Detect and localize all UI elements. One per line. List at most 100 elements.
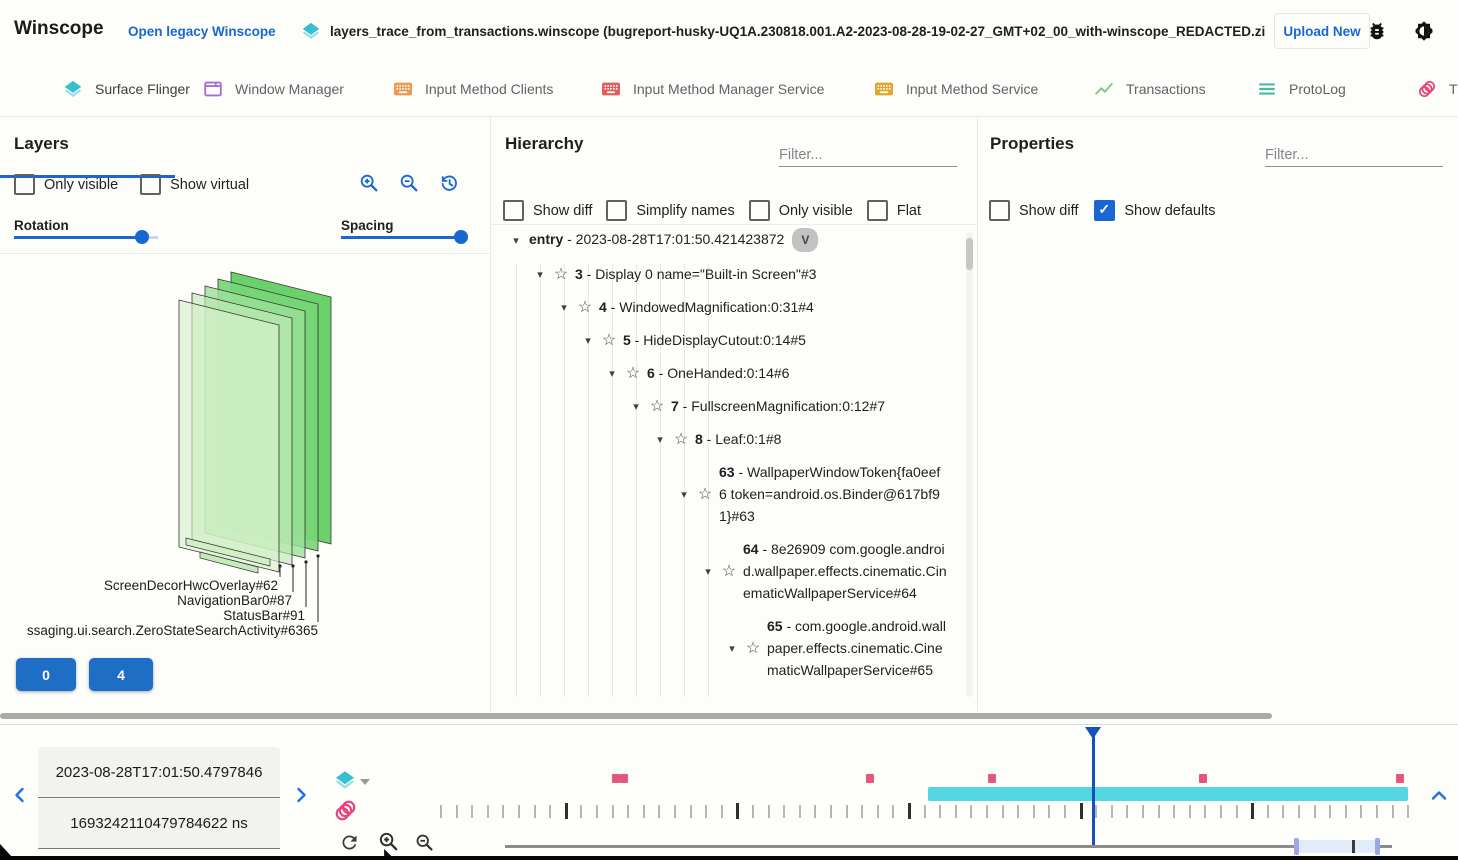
reset-view-icon[interactable] (438, 172, 460, 194)
transition-marker[interactable] (1396, 774, 1404, 783)
transition-marker[interactable] (988, 774, 996, 783)
zoom-range-right-handle[interactable] (1375, 838, 1380, 855)
tree-node-entry[interactable]: ▾entry - 2023-08-28T17:01:50.421423872V (491, 228, 977, 252)
tree-node-3[interactable]: ▾☆3 - Display 0 name="Built-in Screen"#3 (491, 263, 977, 285)
transitions-trace-icon[interactable] (332, 797, 359, 824)
tab-input-method-manager-service[interactable]: Input Method Manager Service (600, 62, 824, 116)
checkbox-unchecked-icon[interactable] (14, 174, 35, 195)
tab-window-manager[interactable]: Window Manager (202, 62, 344, 116)
ns-timestamp-field[interactable]: 1693242110479784622 ns (38, 798, 280, 849)
spacing-slider[interactable] (341, 230, 468, 244)
reset-zoom-icon[interactable] (339, 832, 360, 853)
expand-chevron-icon[interactable]: ▾ (507, 234, 525, 247)
pin-star-icon[interactable]: ☆ (551, 264, 571, 284)
timeline-tick (1017, 805, 1019, 818)
display-button-0[interactable]: 0 (16, 658, 76, 691)
tab-surface-flinger[interactable]: Surface Flinger (62, 62, 190, 116)
tree-node-65[interactable]: ▾☆65 - com.google.android.wallpaper.effe… (491, 615, 977, 681)
checkbox-show-diff[interactable]: Show diff (503, 200, 592, 221)
pin-star-icon[interactable]: ☆ (671, 429, 691, 449)
bug-report-icon[interactable] (1366, 20, 1388, 42)
properties-filter-input[interactable] (1265, 144, 1443, 167)
checkbox-only-visible[interactable]: Only visible (749, 200, 853, 221)
pin-star-icon[interactable]: ☆ (575, 297, 595, 317)
pin-star-icon[interactable]: ☆ (599, 330, 619, 350)
upload-new-button[interactable]: Upload New (1274, 13, 1370, 49)
tab-protolog[interactable]: ProtoLog (1256, 62, 1346, 116)
expand-chevron-icon[interactable]: ▾ (603, 367, 621, 380)
pin-star-icon[interactable]: ☆ (743, 638, 763, 658)
tree-node-8[interactable]: ▾☆8 - Leaf:0:1#8 (491, 428, 977, 450)
checkbox-flat[interactable]: Flat (867, 200, 921, 221)
tree-node-label: 64 - 8e26909 com.google.android.wallpape… (743, 538, 947, 604)
scrollbar-thumb[interactable] (966, 238, 973, 270)
checkbox-unchecked-icon[interactable] (140, 174, 161, 195)
tree-node-63[interactable]: ▾☆63 - WallpaperWindowToken{fa0eef6 toke… (491, 461, 977, 527)
zoom-in-icon[interactable] (358, 172, 380, 194)
tab-transactions[interactable]: Transactions (1093, 62, 1206, 116)
expand-chevron-icon[interactable]: ▾ (579, 334, 597, 347)
tab-tra[interactable]: Tra (1416, 62, 1458, 116)
expand-chevron-icon[interactable]: ▾ (675, 488, 693, 501)
open-legacy-link[interactable]: Open legacy Winscope (128, 24, 276, 39)
surface-flinger-trace-icon[interactable] (333, 768, 357, 792)
tree-node-label: 63 - WallpaperWindowToken{fa0eef6 token=… (719, 461, 947, 527)
pin-star-icon[interactable]: ☆ (647, 396, 667, 416)
zoom-range-left-handle[interactable] (1294, 838, 1299, 855)
checkbox-show-virtual[interactable]: Show virtual (140, 174, 249, 195)
checkbox-only-visible[interactable]: Only visible (14, 174, 118, 195)
tree-node-4[interactable]: ▾☆4 - WindowedMagnification:0:31#4 (491, 296, 977, 318)
checkbox-unchecked-icon[interactable] (989, 200, 1010, 221)
tree-node-7[interactable]: ▾☆7 - FullscreenMagnification:0:12#7 (491, 395, 977, 417)
zoom-range-track[interactable] (505, 845, 1392, 848)
pin-star-icon[interactable]: ☆ (623, 363, 643, 383)
expand-chevron-icon[interactable]: ▾ (699, 565, 717, 578)
checkbox-unchecked-icon[interactable] (606, 200, 627, 221)
rotation-slider-thumb[interactable] (135, 230, 149, 244)
display-button-4[interactable]: 4 (89, 658, 153, 691)
transition-marker[interactable] (612, 774, 620, 783)
layer-label: StatusBar#91 (223, 608, 305, 623)
transition-marker[interactable] (866, 774, 874, 783)
zoom-out-icon[interactable] (414, 832, 435, 853)
expand-chevron-icon[interactable]: ▾ (651, 433, 669, 446)
collapse-timeline-icon[interactable] (1428, 785, 1450, 807)
trace-segment[interactable] (928, 787, 1408, 801)
transition-marker[interactable] (1199, 774, 1207, 783)
transition-marker[interactable] (620, 774, 628, 783)
tree-node-64[interactable]: ▾☆64 - 8e26909 com.google.android.wallpa… (491, 538, 977, 604)
horizontal-scrollbar[interactable] (0, 713, 1272, 719)
tab-input-method-service[interactable]: Input Method Service (873, 62, 1038, 116)
tab-input-method-clients[interactable]: Input Method Clients (392, 62, 553, 116)
tree-node-5[interactable]: ▾☆5 - HideDisplayCutout:0:14#5 (491, 329, 977, 351)
checkbox-checked-icon[interactable] (1094, 200, 1115, 221)
scrollbar-track (966, 232, 973, 697)
hierarchy-filter-input[interactable] (779, 144, 957, 167)
timeline-tick (674, 805, 676, 818)
expand-chevron-icon[interactable]: ▾ (723, 642, 741, 655)
tree-node-6[interactable]: ▾☆6 - OneHanded:0:14#6 (491, 362, 977, 384)
human-timestamp-field[interactable]: 2023-08-28T17:01:50.4797846 (38, 747, 280, 798)
zoom-out-icon[interactable] (398, 172, 420, 194)
dark-mode-toggle-icon[interactable] (1412, 19, 1436, 43)
next-entry-icon[interactable] (290, 784, 312, 806)
timeline-cursor-line[interactable] (1092, 727, 1095, 848)
checkbox-unchecked-icon[interactable] (749, 200, 770, 221)
spacing-slider-thumb[interactable] (454, 230, 468, 244)
checkbox-simplify-names[interactable]: Simplify names (606, 200, 734, 221)
timestamp-card: 2023-08-28T17:01:50.4797846 169324211047… (38, 747, 280, 849)
checkbox-show-defaults[interactable]: Show defaults (1094, 200, 1215, 221)
pin-star-icon[interactable]: ☆ (695, 484, 715, 504)
checkbox-show-diff[interactable]: Show diff (989, 200, 1078, 221)
timeline-tick (1314, 805, 1316, 818)
expand-chevron-icon[interactable]: ▾ (627, 400, 645, 413)
previous-entry-icon[interactable] (9, 784, 31, 806)
expand-chevron-icon[interactable]: ▾ (531, 268, 549, 281)
rotation-slider[interactable] (14, 230, 158, 244)
zoom-range-selection[interactable] (1296, 840, 1377, 853)
expand-chevron-icon[interactable]: ▾ (555, 301, 573, 314)
checkbox-unchecked-icon[interactable] (503, 200, 524, 221)
trace-selector-caret-icon[interactable] (360, 779, 370, 785)
checkbox-unchecked-icon[interactable] (867, 200, 888, 221)
pin-star-icon[interactable]: ☆ (719, 561, 739, 581)
